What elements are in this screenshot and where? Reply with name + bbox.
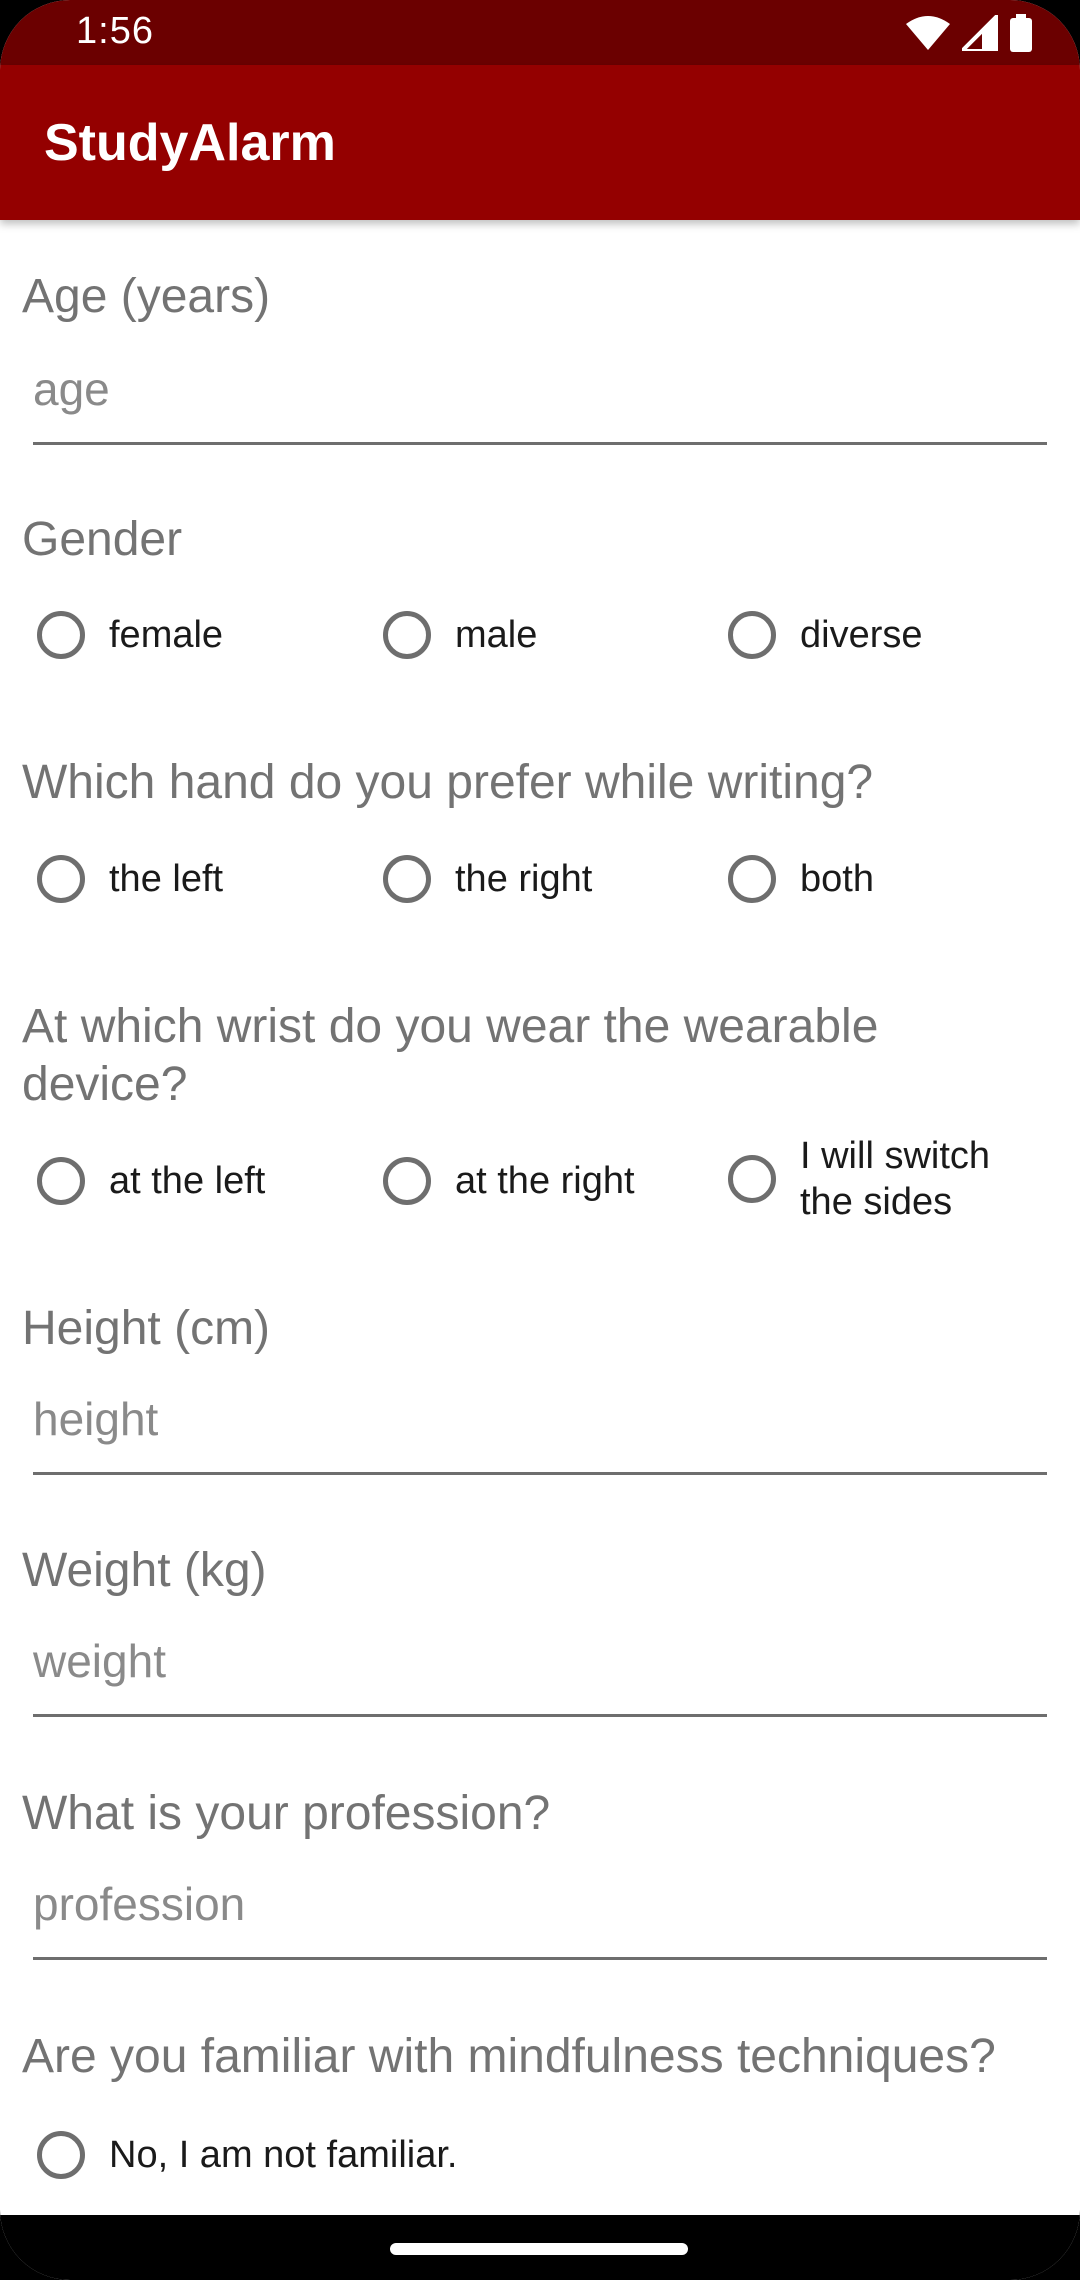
hand-label: Which hand do you prefer while writing? bbox=[22, 756, 874, 809]
radio-label: at the right bbox=[455, 1160, 635, 1202]
radio-circle[interactable] bbox=[383, 855, 431, 903]
radio-label: diverse bbox=[800, 614, 923, 656]
radio-circle[interactable] bbox=[728, 611, 776, 659]
mindfulness-option-not-familiar[interactable]: No, I am not familiar. bbox=[37, 2131, 457, 2179]
status-icons bbox=[906, 14, 1032, 52]
radio-circle[interactable] bbox=[37, 855, 85, 903]
weight-input[interactable]: weight bbox=[33, 1624, 1047, 1717]
profession-input[interactable]: profession bbox=[33, 1867, 1047, 1960]
wrist-option-left[interactable]: at the left bbox=[37, 1157, 265, 1205]
radio-label: both bbox=[800, 858, 874, 900]
hand-option-both[interactable]: both bbox=[728, 855, 874, 903]
wrist-option-switch[interactable]: I will switch the sides bbox=[728, 1133, 1020, 1225]
age-placeholder: age bbox=[33, 363, 110, 415]
gender-option-female[interactable]: female bbox=[37, 611, 223, 659]
radio-circle[interactable] bbox=[37, 2131, 85, 2179]
hand-option-left[interactable]: the left bbox=[37, 855, 223, 903]
radio-label: I will switch the sides bbox=[800, 1135, 991, 1223]
app-bar: StudyAlarm bbox=[0, 65, 1080, 220]
hand-option-right[interactable]: the right bbox=[383, 855, 592, 903]
radio-circle[interactable] bbox=[728, 855, 776, 903]
radio-circle[interactable] bbox=[37, 611, 85, 659]
height-input[interactable]: height bbox=[33, 1382, 1047, 1475]
wrist-option-right[interactable]: at the right bbox=[383, 1157, 635, 1205]
radio-label: female bbox=[109, 614, 224, 656]
weight-label: Weight (kg) bbox=[22, 1544, 267, 1597]
height-placeholder: height bbox=[33, 1393, 159, 1445]
weight-placeholder: weight bbox=[33, 1635, 166, 1687]
age-label: Age (years) bbox=[22, 270, 271, 323]
status-bar: 1:56 bbox=[0, 0, 1080, 65]
radio-label: male bbox=[455, 614, 538, 656]
status-time: 1:56 bbox=[76, 10, 154, 52]
radio-label: the left bbox=[109, 858, 224, 900]
radio-label: at the left bbox=[109, 1160, 266, 1202]
age-input[interactable]: age bbox=[33, 352, 1047, 445]
home-handle[interactable] bbox=[390, 2243, 688, 2255]
profession-placeholder: profession bbox=[33, 1878, 246, 1930]
gender-option-diverse[interactable]: diverse bbox=[728, 611, 923, 659]
radio-circle[interactable] bbox=[383, 611, 431, 659]
radio-circle[interactable] bbox=[37, 1157, 85, 1205]
radio-label: No, I am not familiar. bbox=[109, 2134, 458, 2176]
battery-icon bbox=[1010, 14, 1032, 52]
radio-label: the right bbox=[455, 858, 593, 900]
gender-label: Gender bbox=[22, 513, 183, 566]
radio-circle[interactable] bbox=[383, 1157, 431, 1205]
height-label: Height (cm) bbox=[22, 1302, 271, 1355]
mindfulness-label: Are you familiar with mindfulness techni… bbox=[22, 2030, 996, 2083]
radio-circle[interactable] bbox=[728, 1155, 776, 1203]
profession-label: What is your profession? bbox=[22, 1787, 551, 1840]
screen: 1:56 StudyAlarm Age (years) age Gender f… bbox=[0, 0, 1080, 2280]
wifi-icon bbox=[906, 16, 950, 50]
wrist-label: At which wrist do you wear the wearable … bbox=[22, 1000, 879, 1111]
navigation-bar bbox=[0, 2215, 1080, 2280]
app-title: StudyAlarm bbox=[44, 114, 336, 172]
gender-option-male[interactable]: male bbox=[383, 611, 537, 659]
signal-icon bbox=[962, 15, 998, 51]
